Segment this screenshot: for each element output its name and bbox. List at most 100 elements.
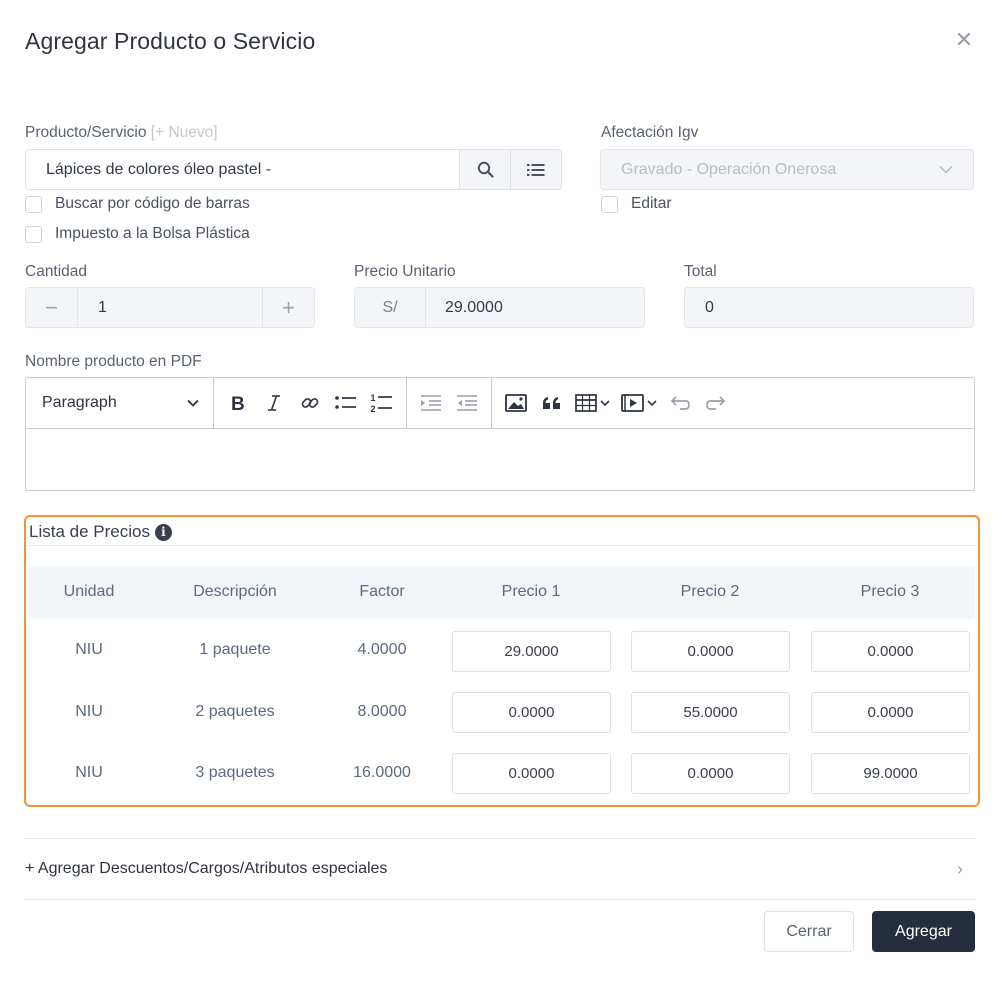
header-precio-2: Precio 2 <box>680 583 740 600</box>
chevron-down-icon <box>187 399 199 407</box>
row-3-price-3-input[interactable]: 99.0000 <box>811 753 970 794</box>
paragraph-format-dropdown[interactable]: Paragraph <box>26 378 214 428</box>
indent-icon <box>421 395 441 411</box>
bag-tax-checkbox-label: Impuesto a la Bolsa Plástica <box>55 225 250 242</box>
price-list-header-row: Unidad Descripción Factor Precio 1 Preci… <box>29 567 975 619</box>
svg-text:1: 1 <box>371 393 376 403</box>
header-descripcion: Descripción <box>193 583 277 600</box>
media-icon <box>621 394 657 412</box>
row-1-price-1-input[interactable]: 29.0000 <box>452 631 611 672</box>
bag-tax-checkbox-row[interactable]: Impuesto a la Bolsa Plástica <box>25 225 250 243</box>
increase-indent-button[interactable] <box>413 386 449 420</box>
bag-tax-checkbox[interactable] <box>25 225 42 243</box>
add-button[interactable]: Agregar <box>872 911 975 952</box>
list-icon <box>527 163 545 176</box>
header-unidad: Unidad <box>63 583 115 600</box>
search-icon <box>477 161 494 178</box>
quantity-value[interactable]: 1 <box>78 288 262 327</box>
svg-text:B: B <box>231 394 245 412</box>
row-3-price-1-input[interactable]: 0.0000 <box>452 753 611 794</box>
insert-table-button[interactable] <box>570 386 616 420</box>
row-3-unit: NIU <box>75 764 103 781</box>
product-label: Producto/Servicio [+ Nuevo] <box>25 124 218 142</box>
price-list-title-text: Lista de Precios <box>29 522 150 541</box>
row-1-factor: 4.0000 <box>357 641 407 658</box>
block-quote-button[interactable] <box>534 386 570 420</box>
redo-icon <box>706 396 726 410</box>
unit-price-label: Precio Unitario <box>354 263 456 280</box>
info-icon[interactable]: i <box>154 523 172 541</box>
insert-media-button[interactable] <box>616 386 662 420</box>
barcode-checkbox[interactable] <box>25 195 42 213</box>
outdent-icon <box>457 395 477 411</box>
bold-button[interactable]: B <box>220 386 256 420</box>
product-search-input[interactable] <box>26 150 459 189</box>
italic-button[interactable] <box>256 386 292 420</box>
insert-image-button[interactable] <box>498 386 534 420</box>
quantity-stepper: − 1 + <box>25 287 315 328</box>
igv-select[interactable]: Gravado - Operación Onerosa <box>600 149 974 190</box>
indent-group <box>407 378 492 428</box>
close-button[interactable]: Cerrar <box>764 911 854 952</box>
row-3-price-2-input[interactable]: 0.0000 <box>631 753 790 794</box>
edit-igv-checkbox[interactable] <box>601 195 618 213</box>
table-icon <box>575 394 610 412</box>
product-search-button[interactable] <box>459 150 510 189</box>
product-list-button[interactable] <box>510 150 561 189</box>
decrease-indent-button[interactable] <box>449 386 485 420</box>
row-1-description: 1 paquete <box>199 641 271 658</box>
row-2-unit: NIU <box>75 703 103 720</box>
row-2-price-1-input[interactable]: 0.0000 <box>452 692 611 733</box>
unit-price-input[interactable]: 29.0000 <box>426 288 644 327</box>
modal-title: Agregar Producto o Servicio <box>25 28 316 54</box>
price-list-divider <box>29 545 975 546</box>
row-2-price-3-input[interactable]: 0.0000 <box>811 692 970 733</box>
edit-igv-checkbox-label: Editar <box>631 195 672 212</box>
row-2-price-2-input[interactable]: 55.0000 <box>631 692 790 733</box>
special-attributes-label: + Agregar Descuentos/Cargos/Atributos es… <box>25 860 388 877</box>
quantity-label: Cantidad <box>25 263 88 280</box>
product-label-text: Producto/Servicio <box>25 124 147 141</box>
bulleted-list-icon <box>335 396 356 409</box>
insert-group <box>492 378 740 428</box>
new-product-link[interactable]: [+ Nuevo] <box>151 124 218 141</box>
header-factor: Factor <box>359 583 405 600</box>
row-1-price-3-input[interactable]: 0.0000 <box>811 631 970 672</box>
row-3-factor: 16.0000 <box>353 764 411 781</box>
undo-icon <box>670 396 690 410</box>
chevron-down-icon <box>939 165 953 174</box>
svg-text:2: 2 <box>371 404 376 414</box>
numbered-list-button[interactable]: 12 <box>364 386 400 420</box>
undo-button[interactable] <box>662 386 698 420</box>
redo-button[interactable] <box>698 386 734 420</box>
quantity-decrement-button[interactable]: − <box>26 288 78 327</box>
igv-label: Afectación Igv <box>601 124 699 141</box>
row-2-factor: 8.0000 <box>357 703 407 720</box>
total-field: 0 <box>684 287 974 328</box>
pdf-name-label: Nombre producto en PDF <box>25 353 202 370</box>
row-1-price-2-input[interactable]: 0.0000 <box>631 631 790 672</box>
row-2-description: 2 paquetes <box>195 703 275 720</box>
quote-icon <box>543 397 560 409</box>
currency-prefix: S/ <box>355 288 426 327</box>
barcode-checkbox-label: Buscar por código de barras <box>55 195 250 212</box>
editor-content-area[interactable] <box>26 429 974 491</box>
special-attributes-toggle[interactable]: + Agregar Descuentos/Cargos/Atributos es… <box>25 856 975 882</box>
edit-igv-checkbox-row[interactable]: Editar <box>601 195 672 213</box>
link-button[interactable] <box>292 386 328 420</box>
bold-icon: B <box>231 394 245 412</box>
price-list-title: Lista de Precios i <box>29 522 172 542</box>
add-product-modal: Agregar Producto o Servicio ✕ Producto/S… <box>0 0 1000 1000</box>
italic-icon <box>268 395 280 411</box>
header-precio-3: Precio 3 <box>860 583 920 600</box>
barcode-checkbox-row[interactable]: Buscar por código de barras <box>25 195 250 213</box>
paragraph-format-label: Paragraph <box>42 394 117 411</box>
close-icon[interactable]: ✕ <box>953 29 975 51</box>
divider <box>25 899 975 900</box>
quantity-increment-button[interactable]: + <box>262 288 314 327</box>
total-label: Total <box>684 263 717 280</box>
bulleted-list-button[interactable] <box>328 386 364 420</box>
price-list-panel: Lista de Precios i Unidad Descripción Fa… <box>24 515 980 807</box>
unit-price-group: S/ 29.0000 <box>354 287 645 328</box>
igv-select-value: Gravado - Operación Onerosa <box>621 160 837 178</box>
